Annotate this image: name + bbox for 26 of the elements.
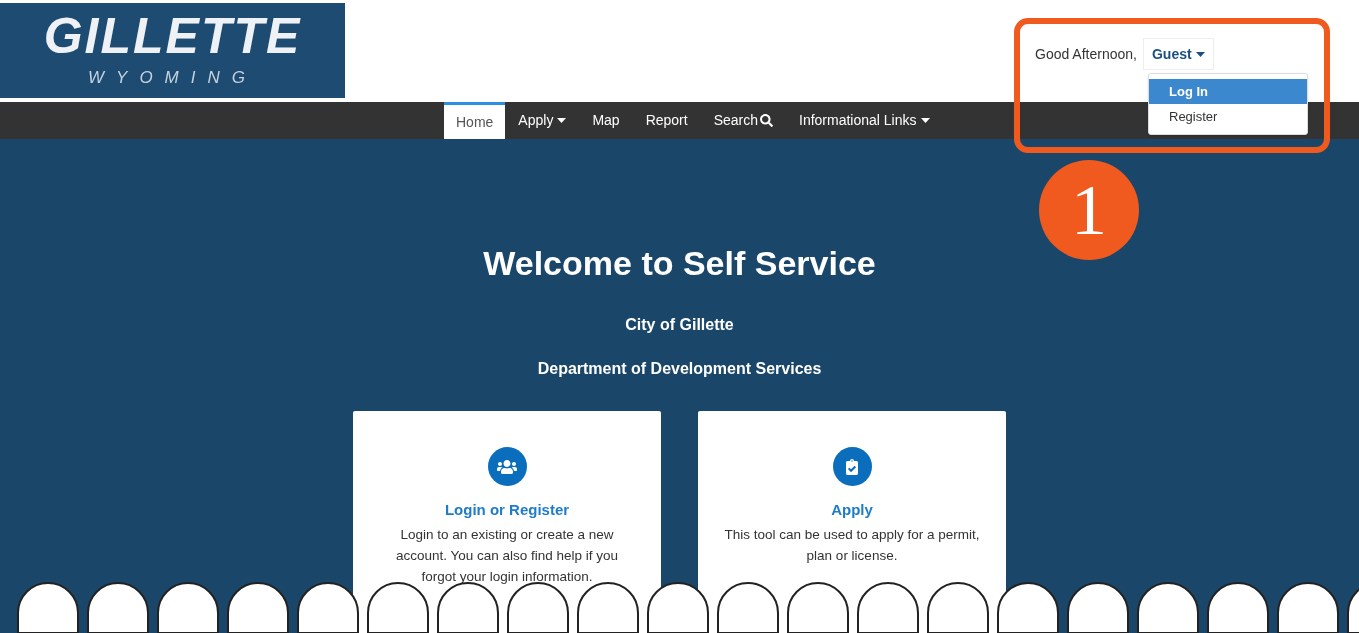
card-title[interactable]: Apply <box>831 499 873 522</box>
subtitle: City of Gillette <box>625 315 734 335</box>
greeting-text: Good Afternoon, <box>1035 44 1137 64</box>
logo-title: GILLETTE <box>43 10 302 61</box>
clipboard-check-icon <box>832 447 872 486</box>
nav-item[interactable]: Search <box>700 102 786 139</box>
search-icon <box>760 114 773 127</box>
menu-item[interactable]: Register <box>1149 104 1307 129</box>
logo[interactable]: GILLETTE WYOMING <box>0 3 345 98</box>
subtitle: Department of Development Services <box>537 359 822 379</box>
people-icon <box>487 447 527 486</box>
card-description: Login to an existing or create a new account. You can also find help if you forgot your login information. <box>394 525 620 586</box>
caret-icon <box>1195 51 1205 57</box>
nav-item[interactable]: Informational Links <box>786 102 943 139</box>
menu-item[interactable]: Log In <box>1149 79 1307 104</box>
logo-subtitle: WYOMING <box>88 66 257 89</box>
nav-item[interactable]: Report <box>632 102 701 139</box>
caret-icon <box>557 118 567 123</box>
nav-item[interactable]: Apply <box>505 102 580 139</box>
caret-icon <box>920 118 930 123</box>
page-title: Welcome to Self Service <box>483 246 876 280</box>
nav-item[interactable]: Home <box>444 102 506 139</box>
user-menu-button[interactable]: Guest <box>1142 38 1214 70</box>
card-title[interactable]: Login or Register <box>444 499 570 522</box>
card-description: This tool can be used to apply for a permit, plan or license. <box>723 525 981 565</box>
nav-item[interactable]: Map <box>579 102 633 139</box>
